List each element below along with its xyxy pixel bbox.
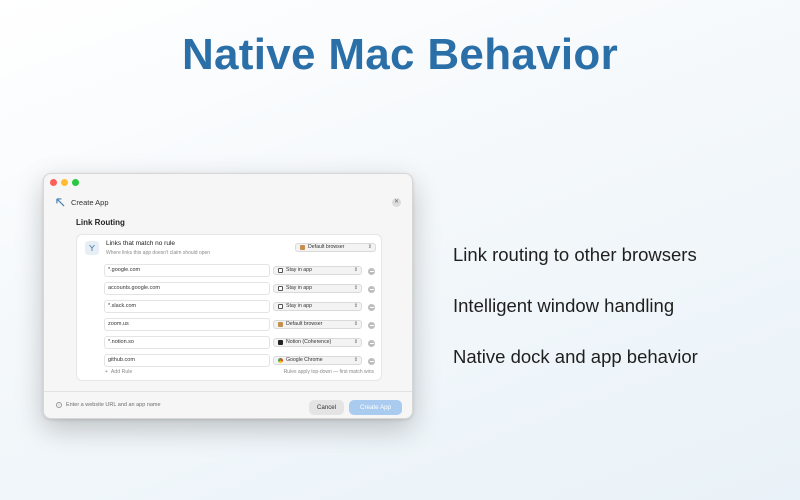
rule-row: github.com Google Chrome ⇕	[104, 351, 379, 369]
select-value: Default browser	[286, 321, 323, 327]
window-controls	[50, 179, 79, 186]
remove-rule-button[interactable]	[368, 303, 375, 311]
unmatched-links-row: Links that match no rule Where links thi…	[85, 239, 377, 261]
dialog-footer: i Enter a website URL and an app name Ca…	[44, 391, 412, 418]
rule-target-select[interactable]: Notion (Coherence) ⇕	[273, 338, 362, 347]
cancel-button[interactable]: Cancel	[309, 400, 344, 415]
rule-row: *.notion.so Notion (Coherence) ⇕	[104, 333, 379, 351]
zoom-window-button[interactable]	[72, 179, 79, 186]
rule-pattern-input[interactable]: accounts.google.com	[104, 282, 270, 295]
chrome-icon	[278, 358, 283, 363]
unmatched-title: Links that match no rule	[106, 240, 176, 247]
info-icon: i	[56, 402, 62, 408]
remove-rule-button[interactable]	[368, 339, 375, 347]
select-value: Stay in app	[286, 303, 312, 309]
close-window-button[interactable]	[50, 179, 57, 186]
rule-pattern-input[interactable]: *.slack.com	[104, 300, 270, 313]
chevron-updown-icon: ⇕	[353, 321, 358, 327]
chevron-updown-icon: ⇕	[353, 357, 358, 363]
window-icon	[278, 304, 283, 309]
add-rule-label: Add Rule	[110, 369, 133, 375]
window-header: Create App	[56, 198, 109, 207]
rule-target-select[interactable]: Stay in app ⇕	[273, 284, 362, 293]
feature-item: Native dock and app behavior	[453, 346, 698, 367]
rules-list: *.google.com Stay in app ⇕ accounts.goog…	[104, 261, 379, 369]
feature-list: Link routing to other browsers Intellige…	[453, 243, 698, 396]
rule-pattern-input[interactable]: *.google.com	[104, 264, 270, 277]
close-dialog-icon[interactable]: ✕	[392, 198, 401, 207]
rule-pattern-input[interactable]: *.notion.so	[104, 336, 270, 349]
feature-item: Intelligent window handling	[453, 295, 675, 316]
window-title: Create App	[71, 198, 109, 207]
rule-target-select[interactable]: Stay in app ⇕	[273, 302, 362, 311]
rule-pattern-input[interactable]: zoom.us	[104, 318, 270, 331]
unmatched-subtitle: Where links this app doesn't claim shoul…	[106, 250, 211, 256]
chevron-updown-icon: ⇕	[367, 244, 372, 250]
link-routing-card: Links that match no rule Where links thi…	[76, 234, 382, 381]
page-headline: Native Mac Behavior	[181, 30, 619, 79]
rules-hint: Rules apply top-down — first match wins	[283, 369, 374, 375]
rule-row: accounts.google.com Stay in app ⇕	[104, 279, 379, 297]
select-value: Google Chrome	[286, 357, 323, 363]
browser-icon	[278, 322, 283, 327]
select-value: Notion (Coherence)	[286, 339, 332, 345]
rule-target-select[interactable]: Default browser ⇕	[273, 320, 362, 329]
app-icon	[56, 198, 65, 207]
add-rule-button[interactable]: + Add Rule	[105, 369, 132, 375]
rule-row: zoom.us Default browser ⇕	[104, 315, 379, 333]
create-app-window: Create App ✕ Link Routing Links that mat…	[43, 173, 413, 419]
browser-icon	[300, 245, 305, 250]
chevron-updown-icon: ⇕	[353, 303, 358, 309]
rule-target-select[interactable]: Google Chrome ⇕	[273, 356, 362, 365]
select-value: Stay in app	[286, 267, 312, 273]
section-title: Link Routing	[76, 218, 125, 227]
chevron-updown-icon: ⇕	[353, 339, 358, 345]
plus-icon: +	[105, 369, 109, 375]
create-app-button[interactable]: Create App	[349, 400, 402, 415]
select-value: Default browser	[308, 244, 345, 250]
footer-hint: Enter a website URL and an app name	[66, 402, 161, 408]
select-value: Stay in app	[286, 285, 312, 291]
rule-row: *.google.com Stay in app ⇕	[104, 261, 379, 279]
rule-pattern-input[interactable]: github.com	[104, 354, 270, 367]
notion-icon	[278, 340, 283, 345]
rule-row: *.slack.com Stay in app ⇕	[104, 297, 379, 315]
window-icon	[278, 286, 283, 291]
chevron-updown-icon: ⇕	[353, 285, 358, 291]
remove-rule-button[interactable]	[368, 267, 375, 275]
remove-rule-button[interactable]	[368, 321, 375, 329]
feature-item: Link routing to other browsers	[453, 244, 697, 265]
minimize-window-button[interactable]	[61, 179, 68, 186]
unmatched-target-select[interactable]: Default browser ⇕	[295, 243, 376, 252]
rule-target-select[interactable]: Stay in app ⇕	[273, 266, 362, 275]
remove-rule-button[interactable]	[368, 285, 375, 293]
window-icon	[278, 268, 283, 273]
chevron-updown-icon: ⇕	[353, 267, 358, 273]
routing-fork-icon	[85, 241, 99, 255]
remove-rule-button[interactable]	[368, 357, 375, 365]
